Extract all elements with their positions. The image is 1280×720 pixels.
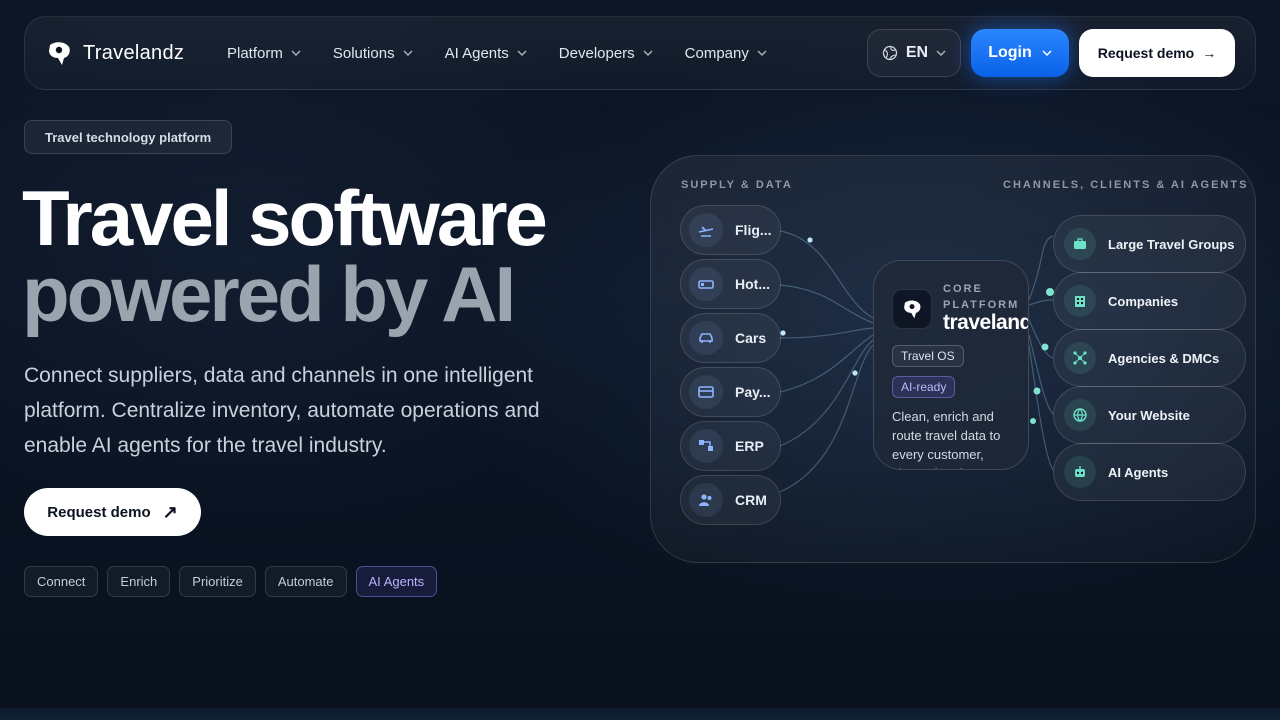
channel-companies[interactable]: Companies (1053, 272, 1246, 330)
card-icon (689, 375, 723, 409)
source-flights[interactable]: Flig... (680, 205, 781, 255)
source-cars[interactable]: Cars (680, 313, 781, 363)
robot-icon (1064, 456, 1096, 488)
building-icon (1064, 285, 1096, 317)
source-label: Hot... (735, 276, 770, 292)
channel-label: AI Agents (1108, 464, 1169, 480)
core-brand: travelandz (943, 311, 1028, 334)
channel-your-website[interactable]: Your Website (1053, 386, 1246, 444)
core-platform-card[interactable]: CORE PLATFORM travelandz Travel OS AI-re… (873, 260, 1029, 470)
bed-icon (689, 267, 723, 301)
travelandz-logo-icon (892, 289, 932, 329)
source-label: ERP (735, 438, 764, 454)
briefcase-icon (1064, 228, 1096, 260)
car-icon (689, 321, 723, 355)
ai-ready-pill: AI-ready (892, 376, 956, 398)
plane-icon (689, 213, 723, 247)
channel-label: Companies (1108, 293, 1179, 309)
source-erp[interactable]: ERP (680, 421, 781, 471)
channel-label: Agencies & DMCs (1108, 350, 1220, 366)
page-bottom-edge (0, 708, 1280, 720)
channel-label: Your Website (1108, 407, 1190, 423)
travel-os-pill: Travel OS (892, 345, 964, 367)
channel-ai-agents[interactable]: AI Agents (1053, 443, 1246, 501)
core-description: Clean, enrich and route travel data to e… (892, 409, 1001, 469)
erp-icon (689, 429, 723, 463)
channel-large-travel-groups[interactable]: Large Travel Groups (1053, 215, 1246, 273)
source-label: Cars (735, 330, 767, 346)
source-label: CRM (735, 492, 767, 508)
source-label: Flig... (735, 222, 772, 238)
source-hotels[interactable]: Hot... (680, 259, 781, 309)
source-label: Pay... (735, 384, 771, 400)
source-crm[interactable]: CRM (680, 475, 781, 525)
network-icon (1064, 342, 1096, 374)
core-platform-label: CORE PLATFORM (943, 283, 1020, 311)
channel-agencies-dmcs[interactable]: Agencies & DMCs (1053, 329, 1246, 387)
users-icon (689, 483, 723, 517)
channel-label: Large Travel Groups (1108, 236, 1235, 252)
source-payments[interactable]: Pay... (680, 367, 781, 417)
globe-icon (1064, 399, 1096, 431)
